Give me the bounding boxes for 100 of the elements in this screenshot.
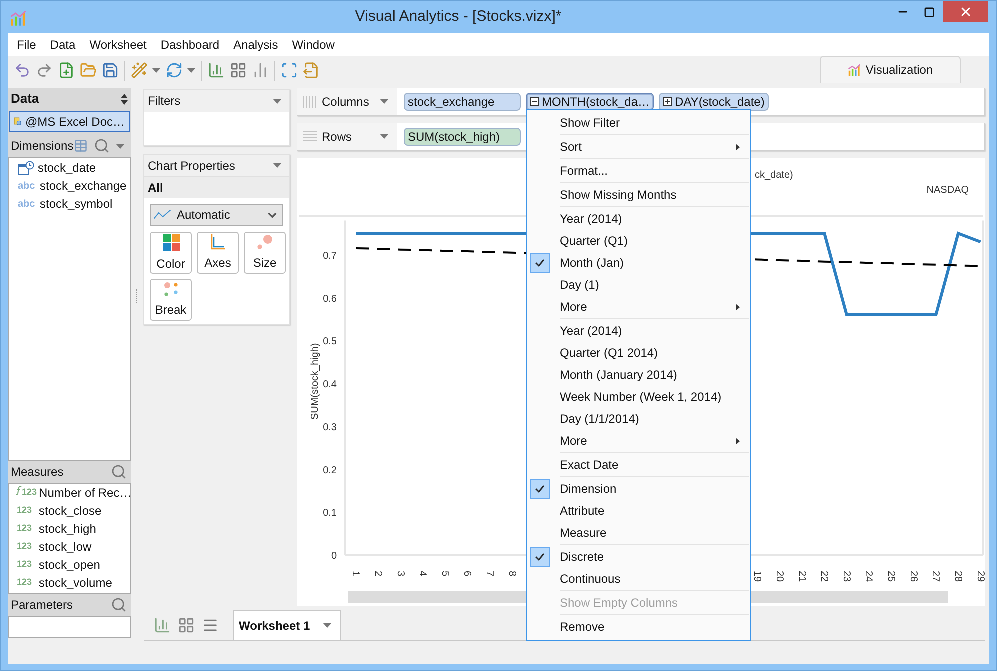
dots-icon	[257, 234, 273, 250]
field-list-item[interactable]: stock_exchange	[40, 177, 127, 195]
data-source-item[interactable]: @MS Excel Doc…	[9, 111, 130, 132]
dropdown-caret-icon[interactable]	[273, 98, 282, 104]
field-list-item[interactable]: stock_low	[39, 538, 92, 556]
visualization-tab[interactable]: Visualization	[820, 56, 961, 83]
menu-bar-item[interactable]: Data	[43, 36, 83, 54]
x-tick-label: 25	[886, 571, 897, 582]
section-title: Parameters	[11, 597, 74, 614]
number-type-label: 123	[17, 540, 34, 554]
x-tick-label: 26	[908, 571, 919, 582]
menu-item[interactable]: Year (2014)	[528, 320, 750, 342]
menu-item[interactable]: Quarter (Q1)	[528, 230, 750, 252]
menu-bar-item[interactable]: Dashboard	[154, 36, 227, 54]
chart-header: ck_date)	[755, 170, 794, 181]
field-pill[interactable]: stock_exchange	[404, 92, 521, 110]
chart-property-button[interactable]: Color	[150, 232, 192, 274]
menu-item[interactable]: Attribute	[528, 500, 750, 522]
menu-bar-item[interactable]: Analysis	[226, 36, 286, 54]
x-tick-label: 1	[350, 571, 362, 577]
field-list-item[interactable]: stock_open	[39, 556, 100, 574]
dropdown-caret-icon[interactable]	[116, 144, 125, 148]
chart-property-button[interactable]: Size	[244, 232, 286, 274]
menu-item[interactable]: Show Missing Months	[528, 184, 750, 206]
menu-item[interactable]: Day (1)	[528, 274, 750, 296]
sort-arrows-icon[interactable]	[121, 94, 128, 104]
formula-icon	[16, 486, 22, 496]
chart-type-dropdown[interactable]: Automatic	[150, 204, 283, 226]
x-tick-label: 28	[952, 571, 964, 582]
menu-item[interactable]: Measure	[528, 522, 750, 544]
section-title: Dimensions	[11, 138, 74, 155]
menu-item[interactable]: Discrete	[528, 546, 750, 568]
menu-item[interactable]: Remove	[528, 616, 750, 638]
search-icon[interactable]	[111, 597, 127, 613]
menu-item[interactable]: Sort	[528, 136, 750, 158]
x-tick-label: 3	[394, 571, 406, 577]
line-chart-icon	[154, 210, 172, 220]
shelf-label: Rows	[322, 128, 352, 146]
chart-property-button[interactable]: Axes	[197, 232, 239, 274]
menu-item[interactable]: Exact Date	[528, 454, 750, 476]
field-list-item[interactable]: stock_symbol	[40, 195, 113, 213]
add-dashboard-icon[interactable]	[178, 616, 195, 634]
menu-item[interactable]: More	[528, 296, 750, 318]
axis-title: SUM(stock_high)	[310, 343, 321, 420]
y-tick-label: 0	[331, 551, 337, 562]
check-icon	[530, 253, 550, 273]
x-tick-label: 8	[506, 571, 518, 577]
search-icon[interactable]	[94, 138, 110, 154]
chart-property-button[interactable]: Break	[150, 279, 192, 321]
menu-item[interactable]: Quarter (Q1 2014)	[528, 342, 750, 364]
menu-bar-item[interactable]: Worksheet	[82, 36, 154, 54]
menu-item[interactable]: Continuous	[528, 568, 750, 590]
bar-chart-logo-icon	[10, 9, 28, 27]
dropdown-caret-icon[interactable]	[380, 134, 389, 139]
field-list-item[interactable]: Number of Rec…	[39, 484, 132, 502]
menu-bar-item[interactable]: File	[10, 36, 44, 54]
collapse-icon[interactable]	[530, 97, 539, 106]
menu-item[interactable]: Day (1/1/2014)	[528, 408, 750, 430]
number-type-label: 123	[17, 558, 34, 572]
menu-item[interactable]: Format...	[528, 160, 750, 182]
worksheet-tab[interactable]: Worksheet 1	[233, 610, 341, 640]
dropdown-caret-icon[interactable]	[380, 99, 389, 104]
expand-icon[interactable]	[663, 97, 672, 106]
field-pill[interactable]: SUM(stock_high)	[404, 128, 521, 146]
x-tick-label: 23	[840, 571, 852, 582]
close-button[interactable]	[943, 1, 988, 22]
field-list-item[interactable]: stock_volume	[39, 574, 112, 592]
menu-item[interactable]: Show Filter	[528, 112, 750, 134]
y-tick-label: 0.2	[323, 465, 337, 476]
field-list-item[interactable]: stock_date	[38, 159, 96, 177]
x-tick-label: 4	[417, 571, 428, 577]
y-tick-label: 0.7	[323, 250, 337, 262]
section-title: Measures	[11, 464, 64, 481]
dropdown-caret-icon[interactable]	[187, 68, 196, 73]
section-title: All	[148, 180, 164, 196]
text-type-label: abc	[18, 180, 36, 194]
y-tick-label: 0.1	[323, 508, 337, 520]
field-list-item[interactable]: stock_high	[39, 520, 96, 538]
menu-item[interactable]: Week Number (Week 1, 2014)	[528, 386, 750, 408]
menu-item[interactable]: Month (January 2014)	[528, 364, 750, 386]
dropdown-caret-icon[interactable]	[152, 68, 161, 73]
dropdown-caret-icon[interactable]	[323, 623, 332, 628]
rows-icon	[303, 130, 317, 142]
number-type-label: 123	[22, 486, 38, 500]
x-tick-label: 6	[462, 571, 473, 577]
submenu-arrow-icon	[736, 438, 740, 444]
menu-item[interactable]: Dimension	[528, 478, 750, 500]
menu-item[interactable]: Year (2014)	[528, 208, 750, 230]
menu-bar-item[interactable]: Window	[285, 36, 342, 54]
search-icon[interactable]	[111, 464, 127, 480]
menu-item[interactable]: Month (Jan)	[528, 252, 750, 274]
field-pill[interactable]: DAY(stock_date)	[659, 92, 769, 110]
x-tick-label: 27	[930, 571, 942, 582]
dropdown-caret-icon[interactable]	[273, 163, 282, 168]
field-list-item[interactable]: stock_close	[39, 502, 102, 520]
check-icon	[530, 547, 550, 567]
add-chart-icon[interactable]	[154, 616, 171, 634]
field-pill[interactable]: MONTH(stock_da…	[526, 92, 654, 110]
menu-item[interactable]: More	[528, 430, 750, 452]
table-icon[interactable]	[74, 139, 88, 153]
